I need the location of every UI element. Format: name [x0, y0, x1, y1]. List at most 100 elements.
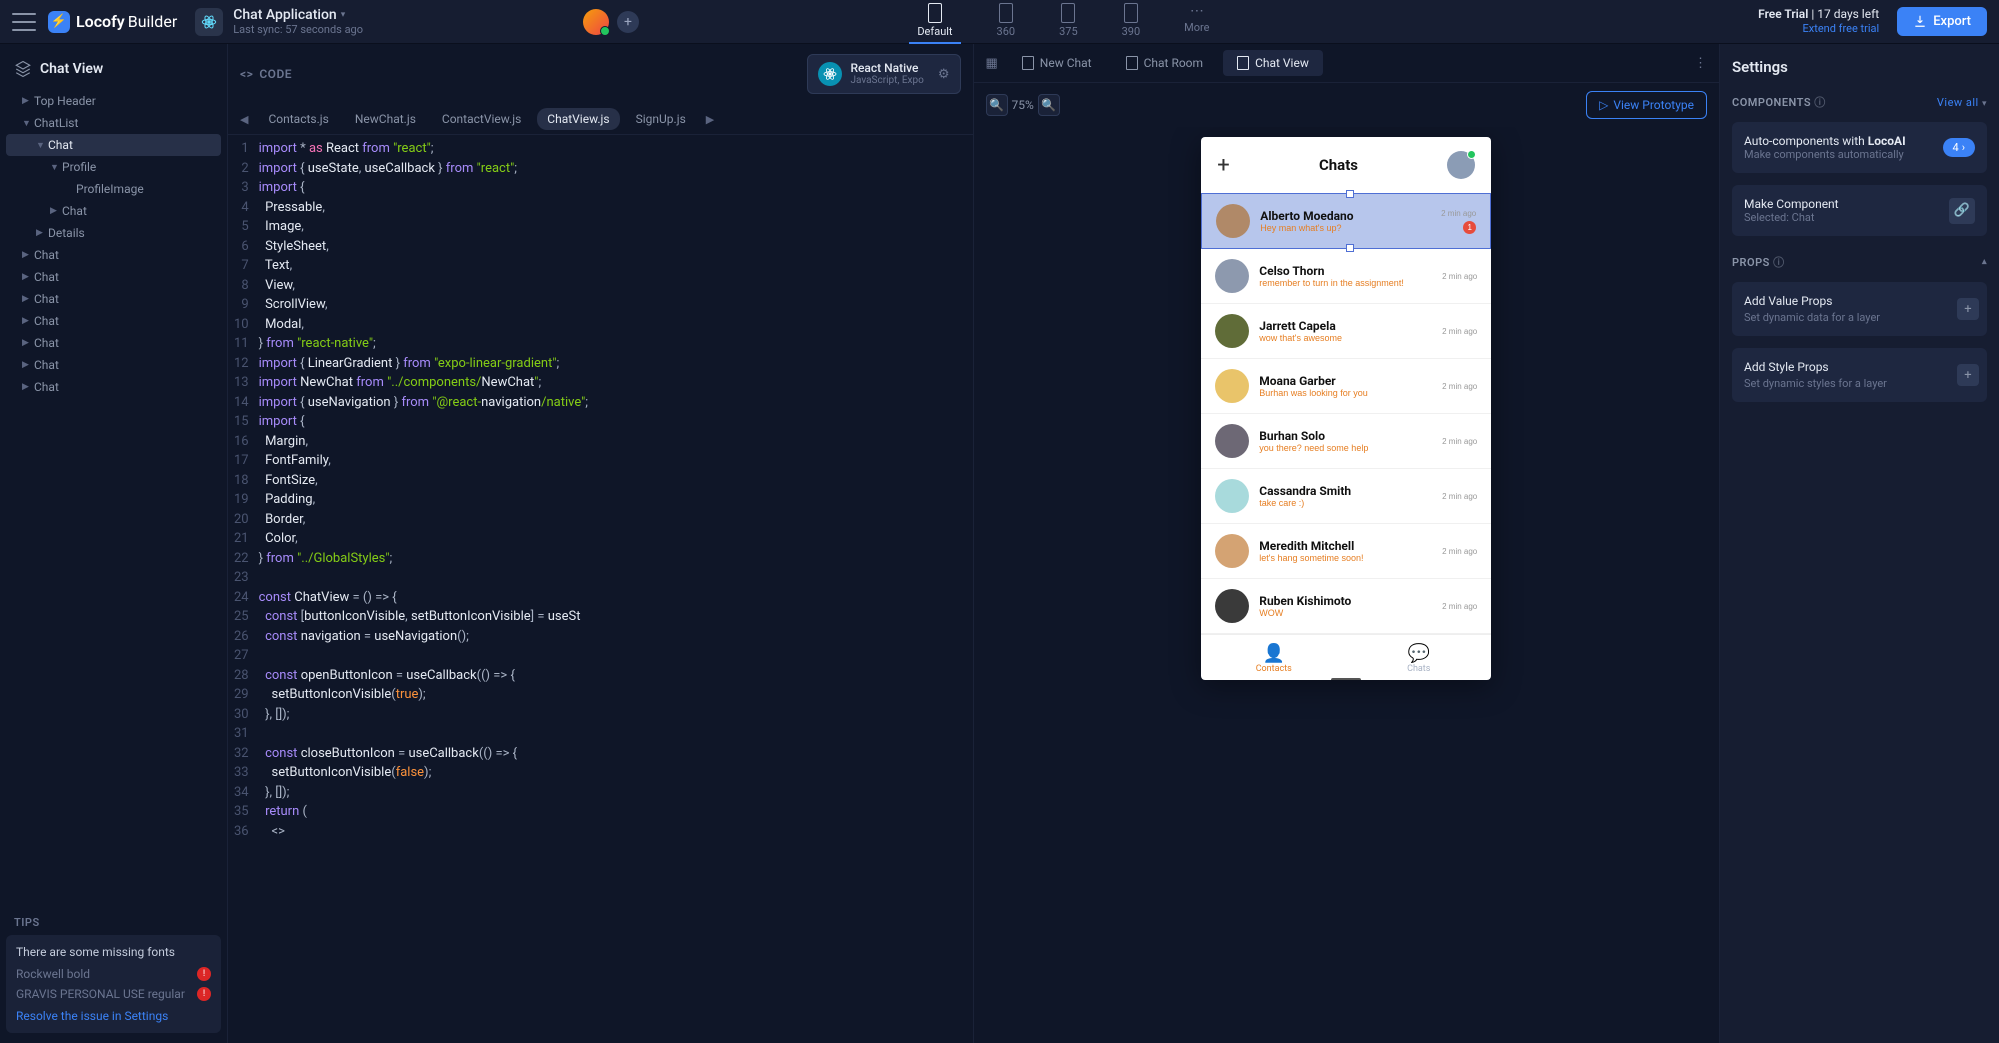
- add-value-props-card[interactable]: Add Value Props Set dynamic data for a l…: [1732, 282, 1987, 336]
- link-icon[interactable]: 🔗: [1949, 198, 1975, 224]
- phone-tab-chats[interactable]: 💬Chats: [1346, 635, 1491, 680]
- top-bar: Locofy Builder Chat Application ▾ Last s…: [0, 0, 1999, 44]
- tree-item[interactable]: Top Header: [6, 90, 221, 112]
- export-button[interactable]: Export: [1897, 7, 1987, 36]
- phone-add-icon[interactable]: +: [1217, 153, 1229, 178]
- file-tab[interactable]: Contacts.js: [258, 108, 338, 130]
- chat-avatar: [1215, 314, 1249, 348]
- tree-item[interactable]: Chat: [6, 266, 221, 288]
- chat-avatar: [1215, 259, 1249, 293]
- tree-item[interactable]: Chat: [6, 310, 221, 332]
- tree-item[interactable]: Chat: [6, 354, 221, 376]
- chat-row[interactable]: Meredith Mitchelllet's hang sometime soo…: [1201, 524, 1491, 579]
- device-390[interactable]: 390: [1114, 0, 1149, 44]
- code-editor[interactable]: 1234567891011121314151617181920212223242…: [228, 135, 973, 1043]
- phone-tab-contacts[interactable]: 👤Contacts: [1201, 635, 1346, 680]
- autocomp-count-pill[interactable]: 4 ›: [1943, 138, 1976, 157]
- logo[interactable]: Locofy Builder: [48, 11, 177, 33]
- file-tab[interactable]: ContactView.js: [432, 108, 531, 130]
- code-panel: <> CODE React Native JavaScript, Expo ⚙: [228, 44, 974, 1043]
- chat-row[interactable]: Burhan Soloyou there? need some help2 mi…: [1201, 414, 1491, 469]
- framework-selector[interactable]: React Native JavaScript, Expo ⚙: [807, 54, 960, 94]
- tips-title: There are some missing fonts: [16, 945, 211, 959]
- zoom-in-button[interactable]: 🔍: [1038, 94, 1060, 116]
- preview-tab[interactable]: Chat View: [1223, 50, 1323, 76]
- tree-item[interactable]: Chat: [6, 134, 221, 156]
- preview-panel: ▦ New ChatChat RoomChat View ⋮ 🔍 75% 🔍 ▷…: [974, 44, 1720, 1043]
- tree-item[interactable]: Chat: [6, 332, 221, 354]
- unread-badge: 1: [1463, 221, 1476, 234]
- tree-item[interactable]: Chat: [6, 244, 221, 266]
- chat-row[interactable]: Moana GarberBurhan was looking for you2 …: [1201, 359, 1491, 414]
- project-name[interactable]: Chat Application ▾: [233, 7, 363, 24]
- tips-box: There are some missing fonts Rockwell bo…: [6, 935, 221, 1033]
- chat-row[interactable]: Cassandra Smithtake care :)2 min ago: [1201, 469, 1491, 524]
- tree-item[interactable]: Details: [6, 222, 221, 244]
- tab-next-icon[interactable]: ▶: [702, 111, 718, 128]
- kebab-icon[interactable]: ⋮: [1690, 52, 1711, 75]
- tab-icon: 💬: [1346, 643, 1491, 664]
- phone-preview[interactable]: + Chats Alberto MoedanoHey man what's up…: [1201, 137, 1491, 680]
- tab-prev-icon[interactable]: ◀: [236, 111, 252, 128]
- chat-avatar: [1215, 369, 1249, 403]
- framework-badge[interactable]: [195, 8, 223, 36]
- page-icon: [1022, 56, 1034, 70]
- chat-avatar: [1215, 479, 1249, 513]
- grid-icon[interactable]: ▦: [982, 52, 1002, 75]
- chat-row[interactable]: Alberto MoedanoHey man what's up?2 min a…: [1201, 193, 1491, 249]
- extend-trial-link[interactable]: Extend free trial: [1758, 22, 1879, 36]
- chat-row[interactable]: Jarrett Capelawow that's awesome2 min ag…: [1201, 304, 1491, 359]
- tree-item[interactable]: Profile: [6, 156, 221, 178]
- device-default[interactable]: Default: [909, 0, 960, 44]
- project-meta: Chat Application ▾ Last sync: 57 seconds…: [233, 7, 363, 37]
- tab-icon: 👤: [1201, 643, 1346, 664]
- preview-tab[interactable]: New Chat: [1008, 50, 1106, 76]
- resize-handle[interactable]: [1331, 678, 1361, 680]
- add-style-props-card[interactable]: Add Style Props Set dynamic styles for a…: [1732, 348, 1987, 402]
- logo-icon: [48, 11, 70, 33]
- preview-tab[interactable]: Chat Room: [1112, 50, 1217, 76]
- view-all-link[interactable]: View all ▾: [1937, 96, 1987, 109]
- props-header: PROPS ⓘ: [1732, 254, 1785, 270]
- user-avatar[interactable]: [583, 9, 609, 35]
- trial-info: Free Trial | 17 days left Extend free tr…: [1758, 7, 1879, 37]
- add-value-prop-button[interactable]: +: [1957, 298, 1979, 320]
- tree-item[interactable]: Chat: [6, 200, 221, 222]
- view-prototype-button[interactable]: ▷ View Prototype: [1586, 91, 1707, 119]
- file-tab[interactable]: NewChat.js: [345, 108, 426, 130]
- collapse-icon[interactable]: ▴: [1982, 257, 1987, 267]
- tips-resolve-link[interactable]: Resolve the issue in Settings: [16, 1009, 211, 1023]
- logo-suffix: Builder: [128, 12, 178, 31]
- file-tab[interactable]: ChatView.js: [537, 108, 619, 130]
- chat-row[interactable]: Celso Thornremember to turn in the assig…: [1201, 249, 1491, 304]
- missing-font-row: GRAVIS PERSONAL USE regular: [16, 987, 211, 1001]
- settings-panel: Settings COMPONENTS ⓘ View all ▾ Auto-co…: [1719, 44, 1999, 1043]
- chevron-down-icon: ▾: [341, 10, 346, 21]
- auto-components-card[interactable]: Auto-components with LocoAI Make compone…: [1732, 122, 1987, 173]
- menu-icon[interactable]: [12, 13, 36, 31]
- phone-user-avatar[interactable]: [1447, 151, 1475, 179]
- zoom-value: 75%: [1012, 98, 1034, 112]
- sidebar-header: Chat View: [6, 54, 221, 90]
- tree-item[interactable]: Chat: [6, 288, 221, 310]
- tree-item[interactable]: ProfileImage: [6, 178, 221, 200]
- sidebar-title: Chat View: [40, 61, 103, 77]
- device-375[interactable]: 375: [1051, 0, 1086, 44]
- add-user-button[interactable]: +: [617, 11, 639, 33]
- tree-item[interactable]: ChatList: [6, 112, 221, 134]
- chat-row[interactable]: Ruben KishimotoWOW2 min ago: [1201, 579, 1491, 634]
- warning-icon: [197, 987, 211, 1001]
- code-panel-label: <> CODE: [240, 67, 292, 81]
- components-header: COMPONENTS ⓘ: [1732, 94, 1826, 110]
- file-tab[interactable]: SignUp.js: [626, 108, 696, 130]
- zoom-out-button[interactable]: 🔍: [986, 94, 1008, 116]
- device-360[interactable]: 360: [989, 0, 1024, 44]
- warning-icon: [197, 967, 211, 981]
- download-icon: [1913, 14, 1927, 28]
- make-component-card[interactable]: Make Component Selected: Chat 🔗: [1732, 185, 1987, 236]
- gear-icon[interactable]: ⚙: [938, 67, 950, 82]
- tree-item[interactable]: Chat: [6, 376, 221, 398]
- add-style-prop-button[interactable]: +: [1957, 364, 1979, 386]
- page-icon: [1237, 56, 1249, 70]
- device-more[interactable]: ⋯More: [1176, 0, 1217, 44]
